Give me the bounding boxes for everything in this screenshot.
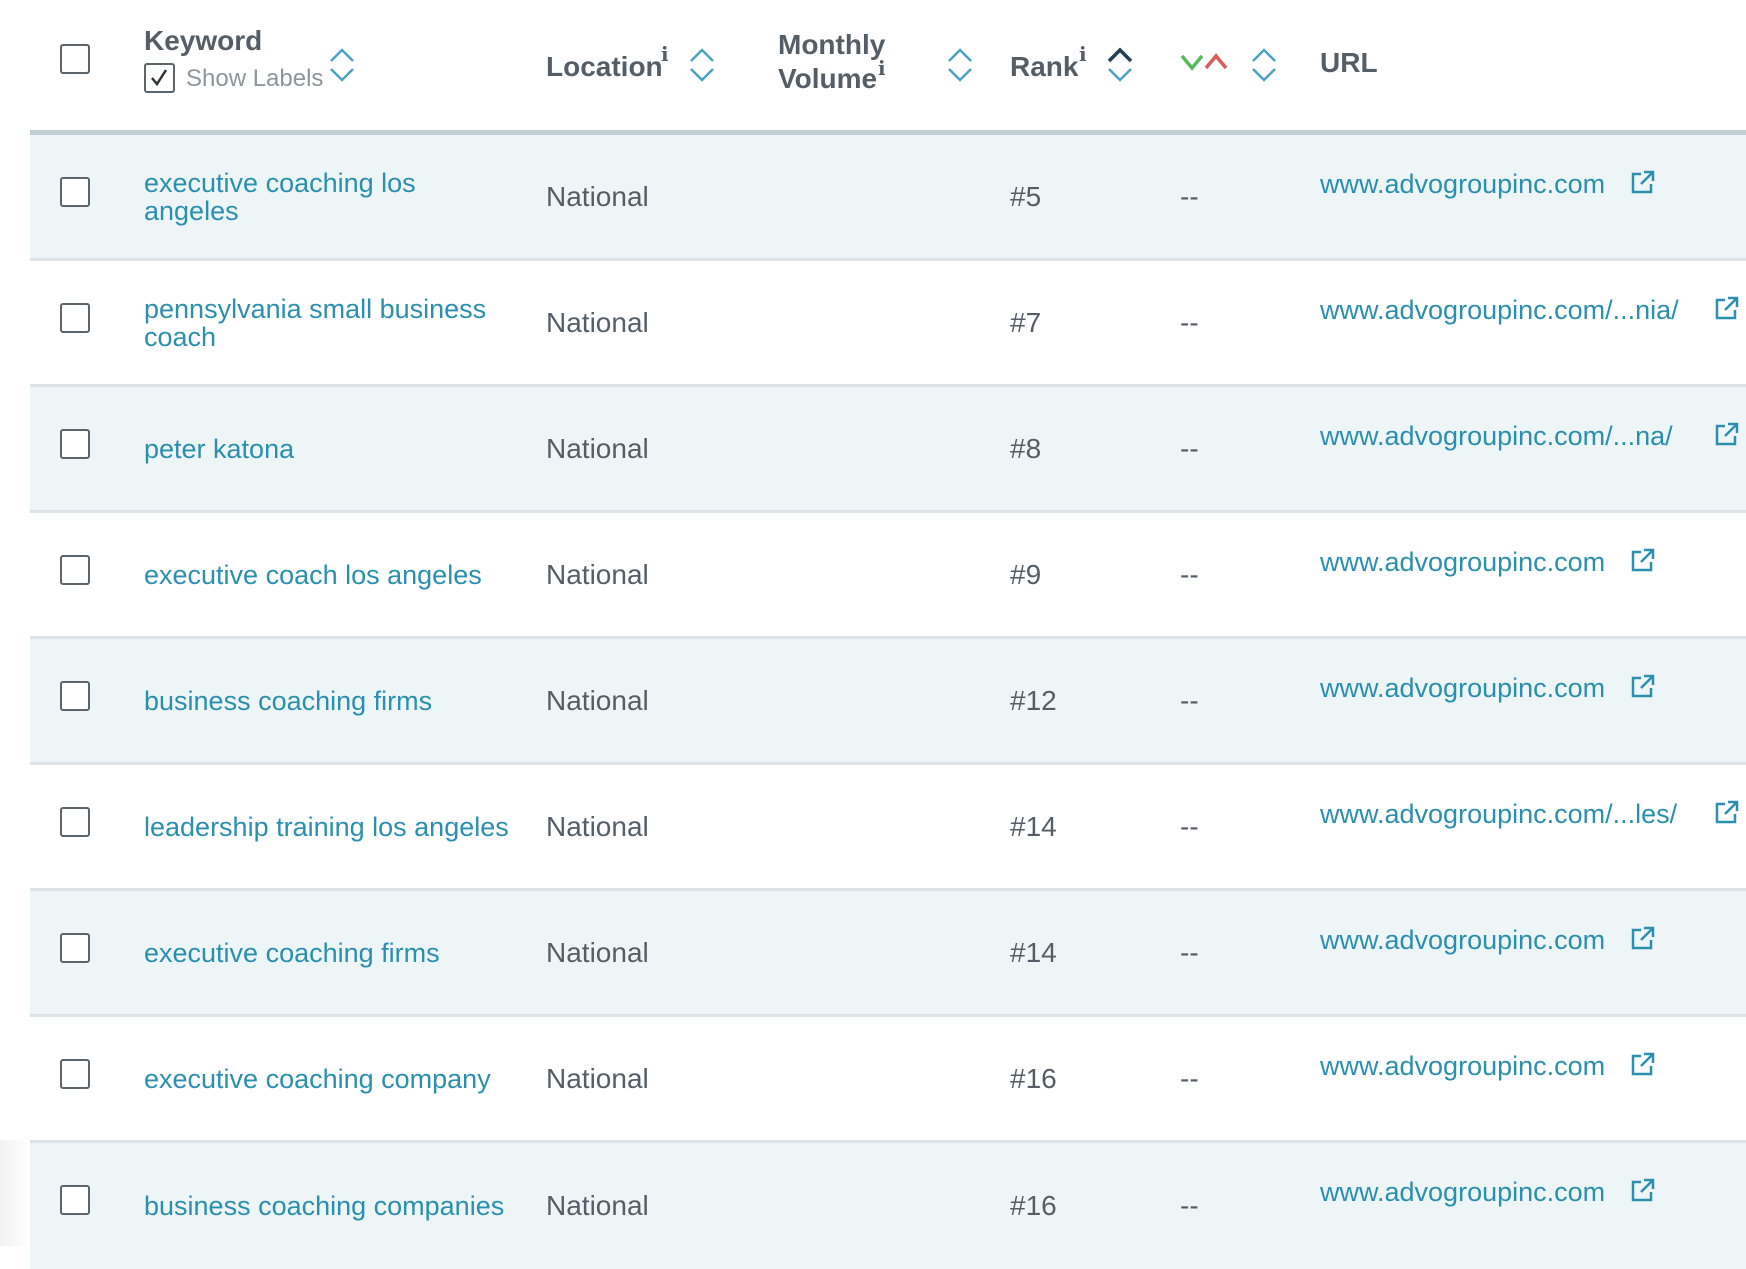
keyword-table-body: executive coaching los angeles National … (30, 135, 1746, 1269)
url-link[interactable]: www.advogroupinc.com (1320, 1177, 1605, 1207)
location-cell: National (546, 810, 649, 842)
table-header: Keyword Show Labels Location i Monthly V… (0, 0, 1746, 130)
location-cell: National (546, 1062, 649, 1094)
rank-cell: #16 (1010, 1190, 1057, 1221)
row-checkbox[interactable] (60, 807, 90, 837)
keyword-header: Keyword (144, 25, 263, 56)
table-row: executive coach los angeles National #9 … (30, 513, 1746, 639)
keyword-link[interactable]: executive coaching los angeles (144, 135, 514, 258)
location-cell: National (546, 558, 649, 590)
url-link[interactable]: www.advogroupinc.com (1320, 1051, 1605, 1081)
change-cell: -- (1180, 936, 1199, 968)
monthly-volume-line1: Monthly (778, 29, 886, 60)
rank-cell: #14 (1010, 936, 1057, 968)
change-cell: -- (1180, 306, 1199, 338)
row-checkbox[interactable] (60, 1185, 90, 1215)
volume-sort-icon[interactable] (946, 45, 974, 85)
row-checkbox[interactable] (60, 303, 90, 333)
monthly-volume-line2: Volume (778, 63, 878, 94)
external-link-icon[interactable] (1630, 1177, 1656, 1203)
url-link[interactable]: www.advogroupinc.com (1320, 925, 1605, 955)
location-cell: National (546, 936, 649, 968)
change-cell: -- (1180, 1190, 1199, 1221)
url-link[interactable]: www.advogroupinc.com/...les/ (1320, 799, 1677, 829)
location-info-icon[interactable]: i (661, 44, 669, 64)
url-link[interactable]: www.advogroupinc.com (1320, 547, 1605, 577)
keyword-link[interactable]: business coaching firms (144, 639, 514, 762)
rank-cell: #9 (1010, 558, 1042, 590)
rank-cell: #16 (1010, 1062, 1057, 1094)
rank-info-icon[interactable]: i (1079, 44, 1087, 64)
change-sort-icon[interactable] (1250, 45, 1278, 85)
left-edge-shadow (0, 1140, 30, 1246)
location-cell: National (546, 180, 649, 212)
table-row: executive coaching firms National #14 --… (30, 891, 1746, 1017)
rank-sort-active-icon[interactable] (1106, 45, 1134, 85)
external-link-icon[interactable] (1630, 925, 1656, 951)
change-cell: -- (1180, 432, 1199, 464)
table-row: business coaching companies National #16… (30, 1143, 1746, 1269)
keyword-link[interactable]: executive coach los angeles (144, 513, 514, 636)
monthly-volume-header: Monthly Volume (778, 28, 885, 96)
location-cell: National (546, 432, 649, 464)
keyword-link[interactable]: pennsylvania small business coach (144, 261, 514, 384)
external-link-icon[interactable] (1630, 169, 1656, 195)
rank-cell: #7 (1010, 306, 1042, 338)
url-link[interactable]: www.advogroupinc.com (1320, 169, 1605, 199)
url-header: URL (1320, 47, 1378, 78)
keyword-link[interactable]: peter katona (144, 387, 514, 510)
location-header: Location (546, 51, 663, 82)
show-labels-checkbox[interactable] (144, 63, 175, 93)
external-link-icon[interactable] (1714, 421, 1740, 447)
keyword-sort-icon[interactable] (328, 45, 356, 85)
volume-info-icon[interactable]: i (878, 58, 886, 78)
external-link-icon[interactable] (1630, 547, 1656, 573)
rank-change-icon (1180, 48, 1232, 74)
rank-header: Rank (1010, 51, 1079, 82)
external-link-icon[interactable] (1630, 1051, 1656, 1077)
rank-cell: #5 (1010, 180, 1042, 212)
rank-cell: #14 (1010, 810, 1057, 842)
row-checkbox[interactable] (60, 555, 90, 585)
change-cell: -- (1180, 558, 1199, 590)
external-link-icon[interactable] (1630, 673, 1656, 699)
table-row: executive coaching company National #16 … (30, 1017, 1746, 1143)
keyword-link[interactable]: business coaching companies (144, 1143, 514, 1269)
location-cell: National (546, 1190, 649, 1221)
table-row: executive coaching los angeles National … (30, 135, 1746, 261)
change-cell: -- (1180, 180, 1199, 212)
rank-cell: #8 (1010, 432, 1042, 464)
show-labels-label[interactable]: Show Labels (186, 64, 323, 94)
row-checkbox[interactable] (60, 1059, 90, 1089)
row-checkbox[interactable] (60, 429, 90, 459)
table-row: peter katona National #8 -- www.advogrou… (30, 387, 1746, 513)
table-row: business coaching firms National #12 -- … (30, 639, 1746, 765)
change-cell: -- (1180, 1062, 1199, 1094)
row-checkbox[interactable] (60, 933, 90, 963)
url-link[interactable]: www.advogroupinc.com (1320, 673, 1605, 703)
external-link-icon[interactable] (1714, 799, 1740, 825)
change-cell: -- (1180, 810, 1199, 842)
location-cell: National (546, 684, 649, 716)
select-all-checkbox[interactable] (60, 44, 90, 74)
url-link[interactable]: www.advogroupinc.com/...na/ (1320, 421, 1673, 451)
change-cell: -- (1180, 684, 1199, 716)
checkmark-icon (151, 69, 168, 87)
location-cell: National (546, 306, 649, 338)
table-row: leadership training los angeles National… (30, 765, 1746, 891)
row-checkbox[interactable] (60, 681, 90, 711)
external-link-icon[interactable] (1714, 295, 1740, 321)
table-row: pennsylvania small business coach Nation… (30, 261, 1746, 387)
url-link[interactable]: www.advogroupinc.com/...nia/ (1320, 295, 1679, 325)
location-sort-icon[interactable] (688, 45, 716, 85)
row-checkbox[interactable] (60, 177, 90, 207)
keyword-link[interactable]: leadership training los angeles (144, 765, 514, 888)
rank-cell: #12 (1010, 684, 1057, 716)
keyword-link[interactable]: executive coaching firms (144, 891, 514, 1014)
keyword-link[interactable]: executive coaching company (144, 1017, 514, 1140)
